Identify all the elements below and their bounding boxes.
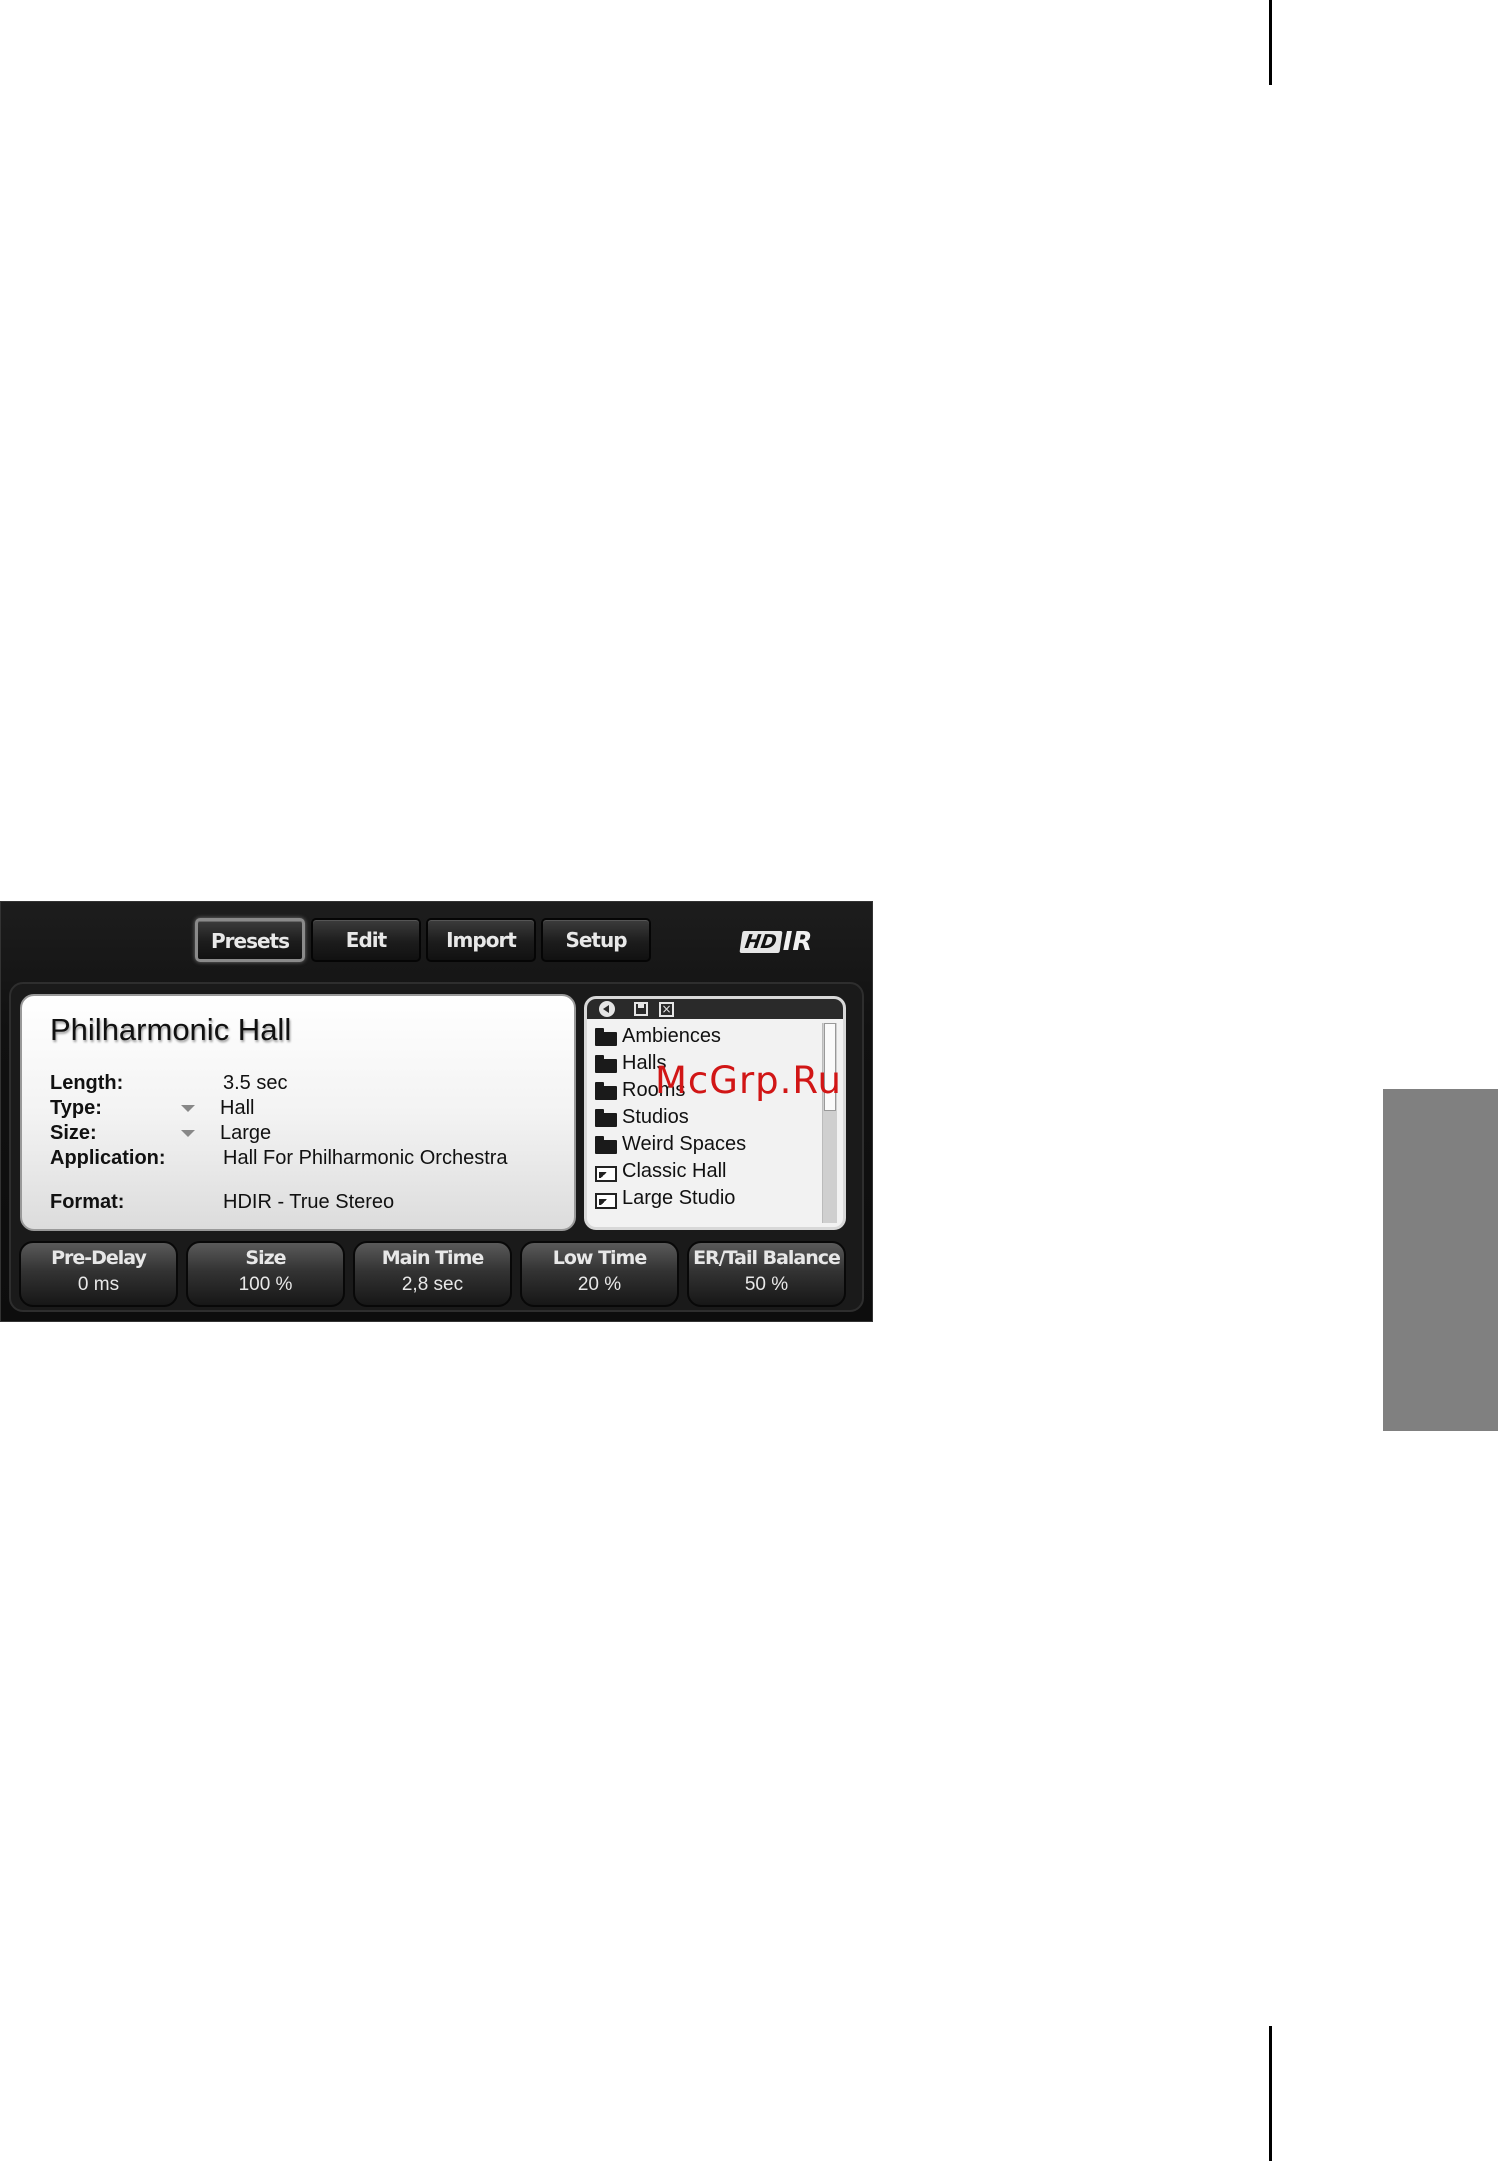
param-name: Size [245,1247,286,1269]
format-value: HDIR - True Stereo [223,1191,395,1213]
type-value[interactable]: Hall [220,1096,254,1120]
param-value: 0 ms [77,1274,120,1295]
size-dropdown-icon[interactable] [181,1130,195,1137]
toolbar: Presets Edit Import Setup HD IR [1,902,872,980]
logo-hd: HD [739,931,783,953]
item-label: Weird Spaces [622,1133,747,1155]
preset-file-icon [595,1166,617,1182]
size-label: Size: [50,1122,97,1144]
format-label: Format: [50,1191,125,1213]
item-label: Studios [622,1106,689,1128]
list-item[interactable]: Classic Hall [593,1158,819,1185]
length-value: 3.5 sec [223,1072,288,1094]
browser-toolbar: × [587,999,843,1019]
browser-scrollbar[interactable] [822,1023,837,1223]
size-value[interactable]: Large [220,1121,271,1145]
type-dropdown-icon[interactable] [181,1105,195,1112]
folder-icon [595,1136,617,1154]
crop-mark-top [1269,0,1272,85]
chapter-side-tab [1383,1089,1498,1431]
param-name: Pre-Delay [51,1247,147,1269]
item-label: Large Studio [622,1187,736,1209]
list-item[interactable]: Weird Spaces [593,1131,819,1158]
hdir-logo: HD IR [739,926,813,958]
item-label: Ambiences [622,1025,721,1047]
param-er-tail-balance[interactable]: ER/Tail Balance 50 % [687,1241,846,1307]
browser-list: Ambiences Halls Rooms Studios Weird Spac… [593,1023,819,1212]
param-value: 2,8 sec [401,1274,464,1295]
item-label: Classic Hall [622,1160,727,1182]
back-icon[interactable] [599,1001,615,1017]
tab-edit[interactable]: Edit [311,918,421,962]
type-label: Type: [50,1097,102,1119]
watermark: McGrp.Ru [655,1059,842,1102]
close-icon[interactable]: × [659,1002,674,1017]
preset-file-icon [595,1193,617,1209]
param-pre-delay[interactable]: Pre-Delay 0 ms [19,1241,178,1307]
tab-presets[interactable]: Presets [195,918,305,962]
param-main-time[interactable]: Main Time 2,8 sec [353,1241,512,1307]
folder-icon [595,1082,617,1100]
list-item[interactable]: Large Studio [593,1185,819,1212]
application-value: Hall For Philharmonic Orchestra [223,1147,508,1169]
preset-browser: × Ambiences Halls Rooms Studios Weird Sp… [584,996,846,1230]
param-name: Main Time [381,1247,485,1269]
crop-mark-bottom [1269,2026,1272,2161]
tab-import[interactable]: Import [426,918,536,962]
param-value: 100 % [238,1274,293,1295]
save-icon[interactable] [634,1002,648,1016]
param-name: Low Time [552,1247,648,1269]
list-item[interactable]: Ambiences [593,1023,819,1050]
preset-info-panel: Philharmonic Hall Length: 3.5 sec Type: … [20,994,576,1231]
param-low-time[interactable]: Low Time 20 % [520,1241,679,1307]
param-value: 50 % [744,1274,789,1295]
list-item[interactable]: Studios [593,1104,819,1131]
param-name: ER/Tail Balance [693,1247,841,1269]
hdir-plugin-window: Presets Edit Import Setup HD IR Philharm… [0,901,873,1322]
folder-icon [595,1028,617,1046]
preset-title: Philharmonic Hall [50,1012,292,1047]
tab-setup[interactable]: Setup [541,918,651,962]
folder-icon [595,1109,617,1127]
logo-ir: IR [782,927,813,957]
folder-icon [595,1055,617,1073]
param-value: 20 % [577,1274,622,1295]
length-label: Length: [50,1072,124,1094]
param-size[interactable]: Size 100 % [186,1241,345,1307]
application-label: Application: [50,1147,166,1169]
